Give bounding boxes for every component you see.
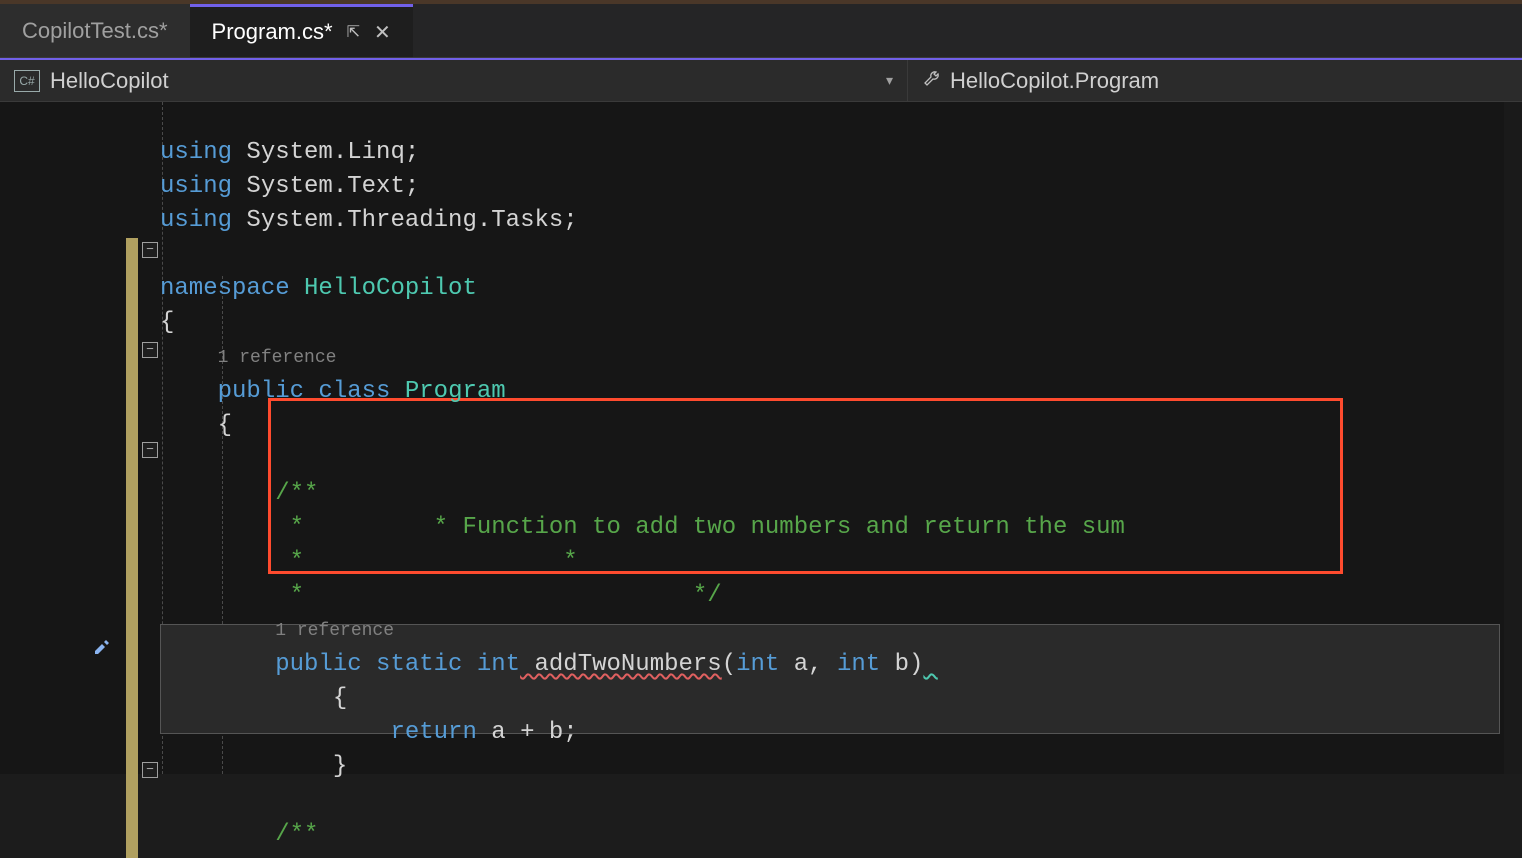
type-name: Program xyxy=(390,378,505,405)
navigation-bar: C# HelloCopilot ▾ HelloCopilot.Program xyxy=(0,58,1522,102)
nav-class-label: HelloCopilot.Program xyxy=(950,68,1159,94)
brace: { xyxy=(160,685,347,712)
codelens-reference[interactable]: 1 reference xyxy=(218,348,337,368)
method-name: addTwoNumbers xyxy=(520,651,722,678)
keyword: namespace xyxy=(160,275,290,302)
fold-toggle[interactable]: − xyxy=(142,242,158,258)
code-content[interactable]: using System.Linq; using System.Text; us… xyxy=(160,102,1125,852)
keyword: using xyxy=(160,207,232,234)
keyword: return xyxy=(390,719,476,746)
keyword: using xyxy=(160,173,232,200)
keyword: public xyxy=(275,651,361,678)
code-text: a + b; xyxy=(477,719,578,746)
comment: * * Function to add two numbers and retu… xyxy=(160,514,1125,541)
brace: { xyxy=(160,412,232,439)
keyword: class xyxy=(304,378,390,405)
change-indicator xyxy=(126,238,138,858)
nav-class-dropdown[interactable]: HelloCopilot.Program xyxy=(908,60,1173,101)
caret-squiggle xyxy=(923,651,937,678)
param: b xyxy=(880,651,909,678)
keyword: public xyxy=(218,378,304,405)
csharp-file-icon: C# xyxy=(14,70,40,92)
tab-copilottest[interactable]: CopilotTest.cs* xyxy=(0,4,190,57)
pin-icon[interactable]: ⇱ xyxy=(347,22,360,42)
brace: } xyxy=(160,753,347,780)
keyword: static xyxy=(362,651,463,678)
nav-scope-label: HelloCopilot xyxy=(50,68,169,94)
punct: ) xyxy=(909,651,923,678)
codelens-reference[interactable]: 1 reference xyxy=(275,621,394,641)
keyword: int xyxy=(736,651,779,678)
code-text: System.Threading.Tasks; xyxy=(232,207,578,234)
code-text: System.Text; xyxy=(232,173,419,200)
keyword: int xyxy=(823,651,881,678)
fold-toggle[interactable]: − xyxy=(142,342,158,358)
tab-label: Program.cs* xyxy=(212,19,333,45)
tab-label: CopilotTest.cs* xyxy=(22,18,168,44)
chevron-down-icon: ▾ xyxy=(886,72,893,89)
fold-toggle[interactable]: − xyxy=(142,762,158,778)
code-editor[interactable]: − − − − using System.Linq; using System.… xyxy=(0,102,1522,774)
punct: ( xyxy=(722,651,736,678)
tab-bar: CopilotTest.cs* Program.cs* ⇱ ✕ xyxy=(0,4,1522,58)
keyword: int xyxy=(462,651,520,678)
type-name: HelloCopilot xyxy=(290,275,477,302)
gutter xyxy=(0,102,92,774)
close-icon[interactable]: ✕ xyxy=(374,20,391,45)
fold-toggle[interactable]: − xyxy=(142,442,158,458)
code-text: System.Linq; xyxy=(232,139,419,166)
keyword: using xyxy=(160,139,232,166)
punct: , xyxy=(808,651,822,678)
comment: * * xyxy=(160,548,578,575)
comment: /** xyxy=(160,480,318,507)
tab-program[interactable]: Program.cs* ⇱ ✕ xyxy=(190,4,413,57)
wrench-icon xyxy=(922,68,942,94)
nav-scope-dropdown[interactable]: C# HelloCopilot ▾ xyxy=(0,60,908,101)
brace: { xyxy=(160,309,174,336)
param: a xyxy=(779,651,808,678)
quick-actions-icon[interactable] xyxy=(90,634,112,663)
comment: /** xyxy=(160,821,318,848)
vertical-scrollbar[interactable] xyxy=(1504,102,1522,774)
comment: * */ xyxy=(160,582,722,609)
